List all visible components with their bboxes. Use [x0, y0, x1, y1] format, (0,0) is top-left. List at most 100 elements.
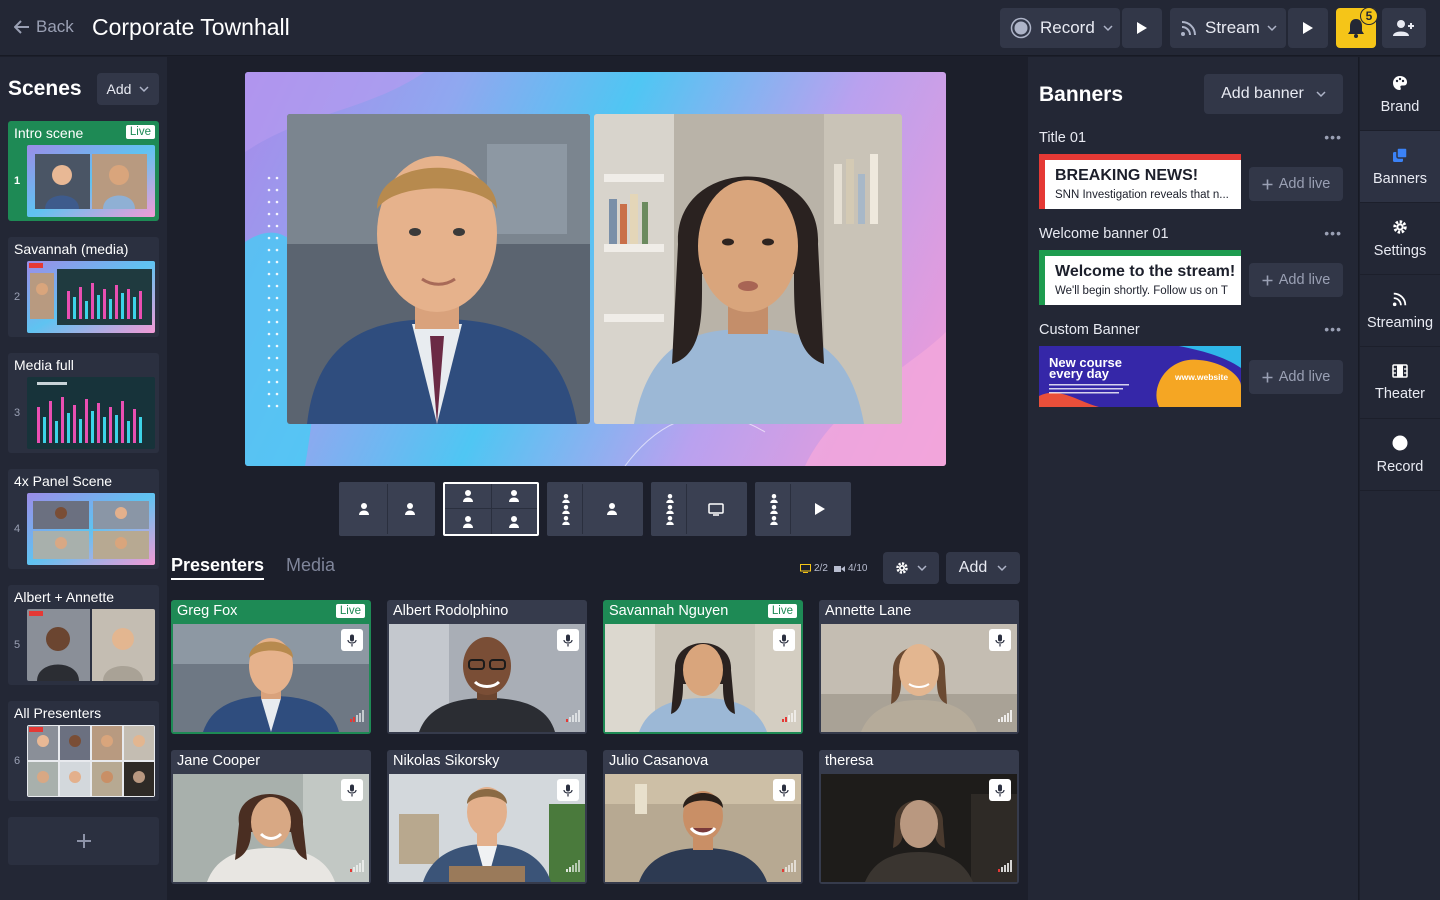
scene-card[interactable]: Albert + Annette 5	[8, 585, 159, 685]
scenes-add-button[interactable]: Add	[97, 73, 159, 105]
record-icon	[1010, 17, 1032, 39]
notifications-button[interactable]: 5	[1336, 7, 1378, 48]
gear-icon	[896, 562, 908, 574]
scene-card[interactable]: All Presenters 6	[8, 701, 159, 801]
record-dropdown[interactable]: Record	[1000, 8, 1120, 48]
stream-start-button[interactable]	[1288, 8, 1328, 48]
layout-sidebar-presenter[interactable]	[547, 482, 643, 536]
add-live-button[interactable]: Add live	[1249, 167, 1343, 201]
presenters-add-button[interactable]: Add	[946, 552, 1020, 584]
microphone-button[interactable]	[989, 779, 1011, 801]
presenter-card-jane-cooper[interactable]: Jane Cooper	[171, 750, 371, 884]
presenter-name: Albert Rodolphino	[393, 603, 509, 619]
presenter-name: Annette Lane	[825, 603, 912, 619]
person-icon	[509, 515, 520, 528]
add-banner-button[interactable]: Add banner	[1204, 74, 1343, 114]
microphone-button[interactable]	[557, 779, 579, 801]
presenter-video	[173, 774, 369, 882]
scene-thumbnail	[27, 145, 155, 217]
nav-streaming-label: Streaming	[1366, 314, 1434, 331]
live-badge: Live	[767, 604, 797, 618]
microphone-button[interactable]	[773, 629, 795, 651]
scene-card[interactable]: Savannah (media) 2	[8, 237, 159, 337]
banner-headline: BREAKING NEWS!	[1055, 167, 1199, 184]
scene-card[interactable]: 4x Panel Scene 4	[8, 469, 159, 569]
film-icon	[1392, 363, 1408, 378]
tab-presenters[interactable]: Presenters	[171, 555, 265, 580]
plus-icon	[1262, 179, 1273, 189]
add-live-label: Add live	[1278, 176, 1331, 192]
scenes-sidebar: Scenes Add Intro scene Live 1 Savannah (…	[0, 57, 167, 900]
presenter-card-julio-casanova[interactable]: Julio Casanova	[603, 750, 803, 884]
nav-banners[interactable]: Banners	[1360, 131, 1440, 203]
microphone-button[interactable]	[341, 779, 363, 801]
top-bar: Back Corporate Townhall Record Stream 5	[0, 0, 1440, 56]
back-button[interactable]: Back	[14, 17, 74, 37]
presenter-video	[389, 624, 585, 732]
nav-streaming[interactable]: Streaming	[1360, 275, 1440, 347]
banner-welcome[interactable]: Welcome to the stream! We'll begin short…	[1039, 250, 1241, 305]
chevron-down-icon	[1267, 24, 1277, 31]
record-start-button[interactable]	[1122, 8, 1162, 48]
layout-side-by-side[interactable]	[339, 482, 435, 536]
presenter-card-annette-lane[interactable]: Annette Lane	[819, 600, 1019, 734]
signal-strength-icon	[350, 859, 364, 877]
layout-sidebar-screen[interactable]	[651, 482, 747, 536]
banner-group-label: Custom Banner	[1039, 322, 1140, 338]
nav-record[interactable]: Record	[1360, 419, 1440, 491]
add-live-button[interactable]: Add live	[1249, 263, 1343, 297]
notification-count-badge: 5	[1360, 7, 1378, 25]
stage-camera-greg	[287, 114, 590, 424]
banner-breaking-news[interactable]: BREAKING NEWS! SNN Investigation reveals…	[1039, 154, 1241, 209]
play-icon	[815, 503, 825, 515]
person-icon	[462, 490, 473, 502]
palette-icon	[1393, 75, 1407, 90]
scene-name: Intro scene	[14, 125, 84, 141]
nav-theater-label: Theater	[1375, 385, 1425, 402]
microphone-button[interactable]	[773, 779, 795, 801]
person-icon	[607, 503, 617, 515]
more-options-icon[interactable]: •••	[1324, 225, 1342, 241]
microphone-icon	[779, 634, 789, 646]
stream-dropdown[interactable]: Stream	[1170, 8, 1286, 48]
layout-grid-4[interactable]	[443, 482, 539, 536]
presenter-card-savannah-nguyen[interactable]: Savannah Nguyen Live	[603, 600, 803, 734]
nav-brand[interactable]: Brand	[1360, 59, 1440, 131]
add-scene-button[interactable]	[8, 817, 159, 865]
stage-preview[interactable]	[245, 72, 946, 466]
presenter-card-albert-rodolphino[interactable]: Albert Rodolphino	[387, 600, 587, 734]
nav-settings[interactable]: Settings	[1360, 203, 1440, 275]
presenter-card-nikolas-sikorsky[interactable]: Nikolas Sikorsky	[387, 750, 587, 884]
banner-subtext: We'll begin shortly. Follow us on T	[1055, 285, 1228, 297]
banner-custom[interactable]: New course every day www.website	[1039, 346, 1241, 407]
layout-sidebar-media[interactable]	[755, 482, 851, 536]
add-live-button[interactable]: Add live	[1249, 360, 1343, 394]
record-label: Record	[1040, 18, 1095, 37]
nav-theater[interactable]: Theater	[1360, 347, 1440, 419]
add-user-button[interactable]	[1382, 8, 1426, 48]
presenter-video	[173, 624, 369, 732]
right-nav: Brand Banners Settings Streaming Theater…	[1360, 57, 1440, 900]
presenter-card-theresa[interactable]: theresa	[819, 750, 1019, 884]
plus-icon	[1262, 275, 1273, 285]
microphone-button[interactable]	[989, 629, 1011, 651]
scene-thumbnail	[27, 493, 155, 565]
tab-media[interactable]: Media	[286, 555, 335, 576]
more-options-icon[interactable]: •••	[1324, 321, 1342, 337]
scene-name: Albert + Annette	[14, 589, 115, 605]
banners-icon	[1393, 146, 1408, 162]
presenter-name: Jane Cooper	[177, 753, 261, 769]
scene-thumbnail	[27, 261, 155, 333]
scene-card[interactable]: Intro scene Live 1	[8, 121, 159, 221]
scene-card[interactable]: Media full 3	[8, 353, 159, 453]
microphone-button[interactable]	[341, 629, 363, 651]
microphone-icon	[995, 784, 1005, 796]
scene-number: 1	[14, 175, 21, 187]
presenter-card-greg-fox[interactable]: Greg Fox Live	[171, 600, 371, 734]
more-options-icon[interactable]: •••	[1324, 129, 1342, 145]
rss-icon	[1392, 292, 1407, 306]
microphone-icon	[347, 634, 357, 646]
signal-strength-icon	[566, 709, 580, 727]
presenters-settings-button[interactable]	[883, 552, 939, 584]
microphone-button[interactable]	[557, 629, 579, 651]
